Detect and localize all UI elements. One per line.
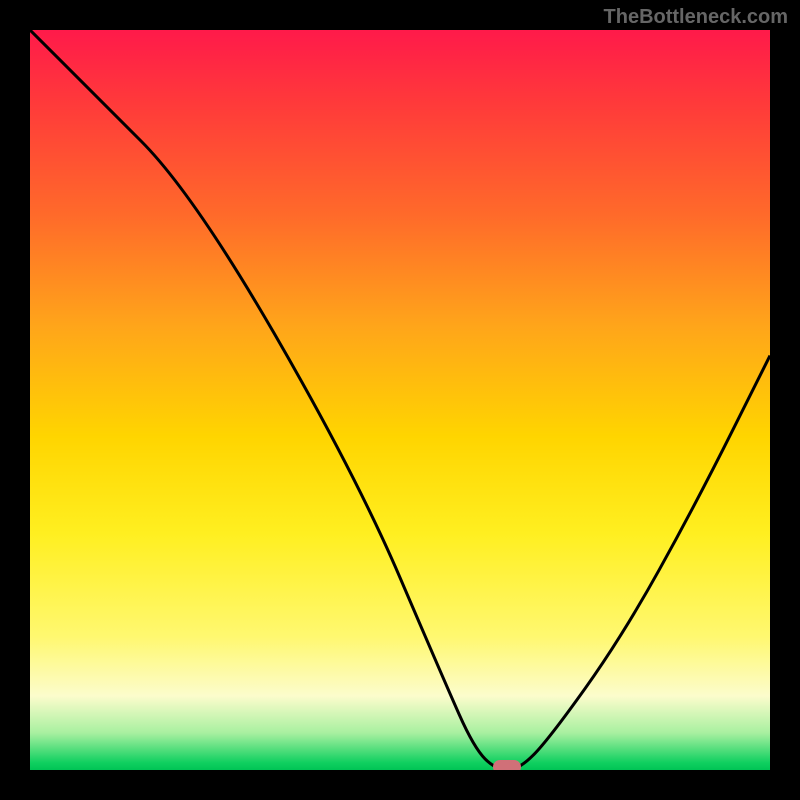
curve-path xyxy=(30,30,770,770)
bottleneck-curve xyxy=(30,30,770,770)
plot-area xyxy=(30,30,770,770)
optimal-marker xyxy=(493,760,521,770)
watermark-text: TheBottleneck.com xyxy=(604,6,788,29)
